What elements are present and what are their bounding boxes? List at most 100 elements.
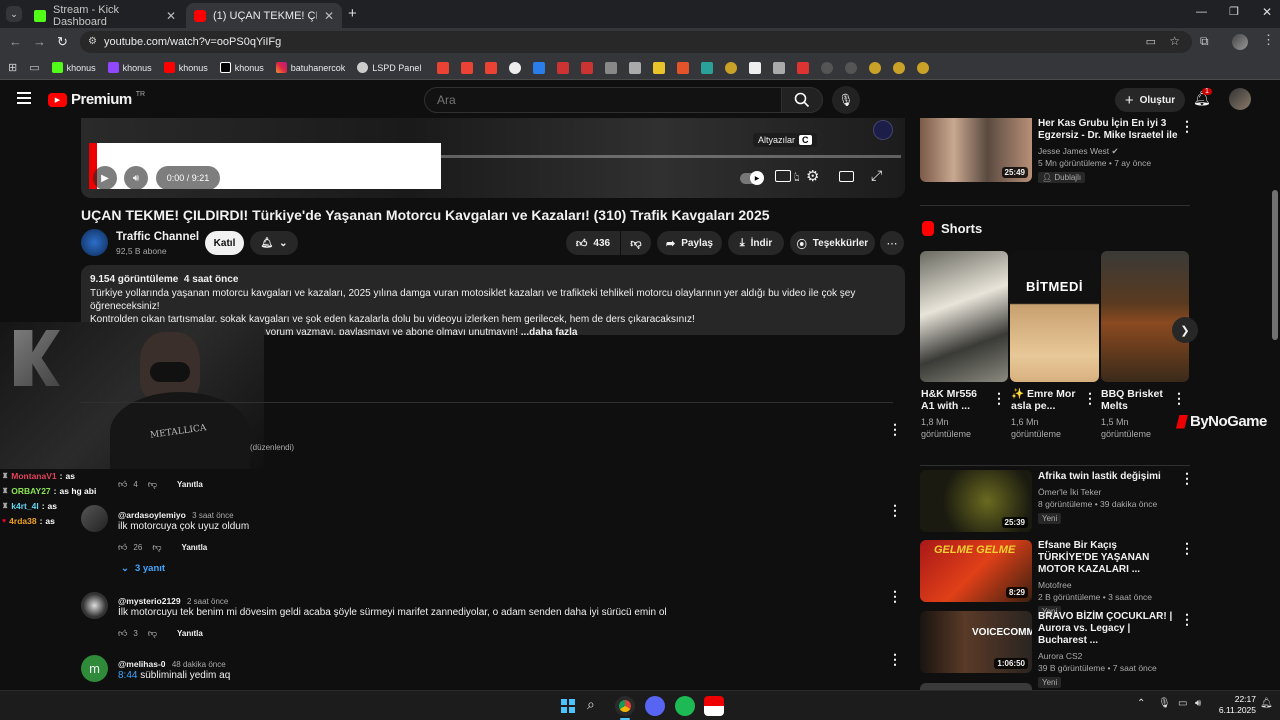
bookmark-icon[interactable] bbox=[701, 61, 714, 74]
video-thumbnail[interactable]: GELME GELME 8:29 bbox=[920, 540, 1032, 602]
page-scrollbar[interactable] bbox=[1270, 118, 1280, 690]
bookmark-icon[interactable] bbox=[773, 61, 786, 74]
more-actions-button[interactable]: ⋯ bbox=[880, 231, 904, 255]
bookmark-icon[interactable] bbox=[725, 61, 738, 74]
tab-youtube-video[interactable]: (1) UÇAN TEKME! ÇILDIRDI! Tür ✕ bbox=[186, 3, 342, 28]
comment-author[interactable]: @mysterio2129 bbox=[118, 596, 181, 606]
address-bar[interactable]: ⚙ youtube.com/watch?v=ooPS0qYiIFg ▭ ☆ bbox=[80, 31, 1192, 53]
hamburger-menu-icon[interactable] bbox=[17, 92, 31, 104]
comment-menu-icon[interactable]: ⋮ bbox=[888, 652, 902, 666]
discord-icon[interactable] bbox=[645, 696, 665, 716]
reply-button[interactable]: Yanıtla bbox=[177, 629, 203, 638]
site-info-icon[interactable]: ⚙ bbox=[88, 36, 97, 47]
maximize-icon[interactable]: ❐ bbox=[1229, 5, 1239, 18]
video-thumbnail[interactable]: 25:39 bbox=[920, 470, 1032, 532]
bookmark-item[interactable]: khonus bbox=[104, 60, 156, 75]
microphone-icon[interactable]: 🎙︎ bbox=[1158, 698, 1171, 709]
bookmark-icon[interactable] bbox=[797, 61, 810, 74]
thumbs-down-icon[interactable]: 👎︎ bbox=[148, 628, 157, 639]
sidebar-video-menu-icon[interactable]: ⋮ bbox=[1180, 541, 1194, 555]
comment-time[interactable]: 2 saat önce bbox=[187, 597, 228, 606]
scrollbar-thumb[interactable] bbox=[1272, 190, 1278, 340]
comment-time[interactable]: 3 saat önce bbox=[192, 511, 233, 520]
sidebar-video-info[interactable]: Her Kas Grubu İçin En iyi 3 Egzersiz - D… bbox=[1038, 118, 1178, 183]
short-menu-icon[interactable]: ⋮ bbox=[1172, 391, 1186, 405]
short-menu-icon[interactable]: ⋮ bbox=[992, 391, 1006, 405]
search-button[interactable] bbox=[781, 87, 823, 113]
voice-search-button[interactable]: 🎙 bbox=[832, 86, 860, 114]
bookmark-star-icon[interactable]: ☆ bbox=[1169, 34, 1180, 48]
comment-author[interactable]: @melihas-0 bbox=[118, 659, 166, 669]
sidebar-video-menu-icon[interactable]: ⋮ bbox=[1180, 471, 1194, 485]
notifications-icon[interactable]: 🔔︎ bbox=[1260, 698, 1273, 709]
comment-time[interactable]: 48 dakika önce bbox=[172, 660, 226, 669]
back-icon[interactable]: ← bbox=[9, 34, 22, 49]
close-window-icon[interactable]: ✕ bbox=[1262, 5, 1272, 19]
bookmark-icon[interactable] bbox=[605, 61, 618, 74]
join-button[interactable]: Katıl bbox=[205, 231, 244, 255]
short-info[interactable]: H&K Mr556 A1 with ... 1,8 Mn görüntüleme bbox=[921, 388, 991, 440]
reply-button[interactable]: Yanıtla bbox=[177, 480, 203, 489]
bookmark-item[interactable]: khonus bbox=[216, 60, 268, 75]
thumbs-down-icon[interactable]: 👎︎ bbox=[152, 542, 161, 553]
video-player[interactable]: ▶ 🔊︎ 0:00 / 9:21 Altyazılar C ▶ ⚙ 👆︎ ⤢ bbox=[81, 118, 905, 198]
tab-kick-dashboard[interactable]: Stream - Kick Dashboard ✕ bbox=[26, 3, 184, 28]
short-menu-icon[interactable]: ⋮ bbox=[1083, 391, 1097, 405]
bookmark-icon[interactable] bbox=[677, 61, 690, 74]
gmail-icon[interactable] bbox=[461, 61, 474, 74]
short-thumbnail[interactable]: BİTMEDİ bbox=[1010, 251, 1099, 382]
timestamp-link[interactable]: 8:44 bbox=[118, 670, 137, 681]
fullscreen-icon[interactable]: ⤢ bbox=[871, 167, 882, 184]
network-icon[interactable]: ▭ bbox=[1178, 698, 1187, 709]
new-tab-button[interactable]: + bbox=[348, 5, 357, 22]
extensions-icon[interactable]: ⧉ bbox=[1200, 34, 1209, 49]
gmail-icon[interactable] bbox=[485, 61, 498, 74]
bookmark-icon[interactable] bbox=[845, 61, 858, 74]
video-thumbnail[interactable] bbox=[920, 683, 1032, 690]
settings-icon[interactable]: ⚙ bbox=[806, 167, 819, 185]
volume-icon[interactable]: 🔊︎ bbox=[1195, 698, 1201, 709]
gmail-icon[interactable] bbox=[437, 61, 450, 74]
notification-bell-button[interactable]: 🔔︎ ⌄ bbox=[250, 231, 298, 255]
bookmark-icon[interactable] bbox=[749, 61, 762, 74]
tab-search-button[interactable]: ⌄ bbox=[6, 6, 22, 22]
comment-avatar[interactable] bbox=[81, 592, 108, 619]
chrome-icon[interactable] bbox=[615, 696, 635, 716]
comment-menu-icon[interactable]: ⋮ bbox=[888, 503, 902, 517]
sidebar-video-info[interactable]: Afrika twin lastik değişimi Ömer'le İki … bbox=[1038, 471, 1178, 524]
bookmark-icon[interactable] bbox=[581, 61, 594, 74]
thumbs-up-icon[interactable]: 👍︎ bbox=[118, 542, 127, 553]
theater-icon[interactable] bbox=[839, 171, 854, 182]
like-button[interactable]: 👍︎ 436 bbox=[566, 231, 620, 255]
profile-avatar[interactable] bbox=[1232, 34, 1248, 50]
menu-icon[interactable]: ⋮ bbox=[1262, 32, 1275, 48]
notifications-button[interactable]: 🔔︎ 1 bbox=[1193, 88, 1212, 107]
windows-start-icon[interactable] bbox=[558, 696, 578, 716]
play-button[interactable]: ▶ bbox=[93, 166, 117, 190]
bookmark-icon[interactable] bbox=[653, 61, 666, 74]
volume-button[interactable]: 🔊︎ bbox=[124, 166, 148, 190]
sidebar-video-menu-icon[interactable]: ⋮ bbox=[1180, 119, 1194, 133]
sidebar-video-info[interactable]: Efsane Bir Kaçış TÜRKİYE'DE YAŞANAN MOTO… bbox=[1038, 540, 1178, 617]
search-input[interactable] bbox=[424, 87, 782, 113]
bookmark-item[interactable]: khonus bbox=[160, 60, 212, 75]
bookmark-icon[interactable] bbox=[509, 61, 522, 74]
share-button[interactable]: ➦ Paylaş bbox=[657, 231, 722, 255]
folder-icon[interactable]: ▭ bbox=[29, 61, 39, 74]
cast-icon[interactable]: ▭ bbox=[1146, 35, 1156, 48]
thumbs-up-icon[interactable]: 👍︎ bbox=[118, 628, 127, 639]
spotify-icon[interactable] bbox=[675, 696, 695, 716]
bookmark-item[interactable]: khonus bbox=[48, 60, 100, 75]
bookmark-icon[interactable] bbox=[893, 61, 906, 74]
shield-icon[interactable] bbox=[533, 61, 546, 74]
video-thumbnail[interactable]: 25:49 bbox=[920, 118, 1032, 182]
download-button[interactable]: ⤓ İndir bbox=[728, 231, 784, 255]
comment-avatar[interactable] bbox=[81, 505, 108, 532]
minimize-icon[interactable]: — bbox=[1196, 6, 1207, 18]
thumbs-down-icon[interactable]: 👎︎ bbox=[148, 479, 157, 490]
comment-author[interactable]: @ardasoylemiyo bbox=[118, 510, 186, 520]
close-icon[interactable]: ✕ bbox=[166, 9, 176, 23]
subtitles-icon[interactable] bbox=[775, 170, 791, 182]
bookmark-icon[interactable] bbox=[557, 61, 570, 74]
create-button[interactable]: + Oluştur bbox=[1115, 88, 1185, 112]
